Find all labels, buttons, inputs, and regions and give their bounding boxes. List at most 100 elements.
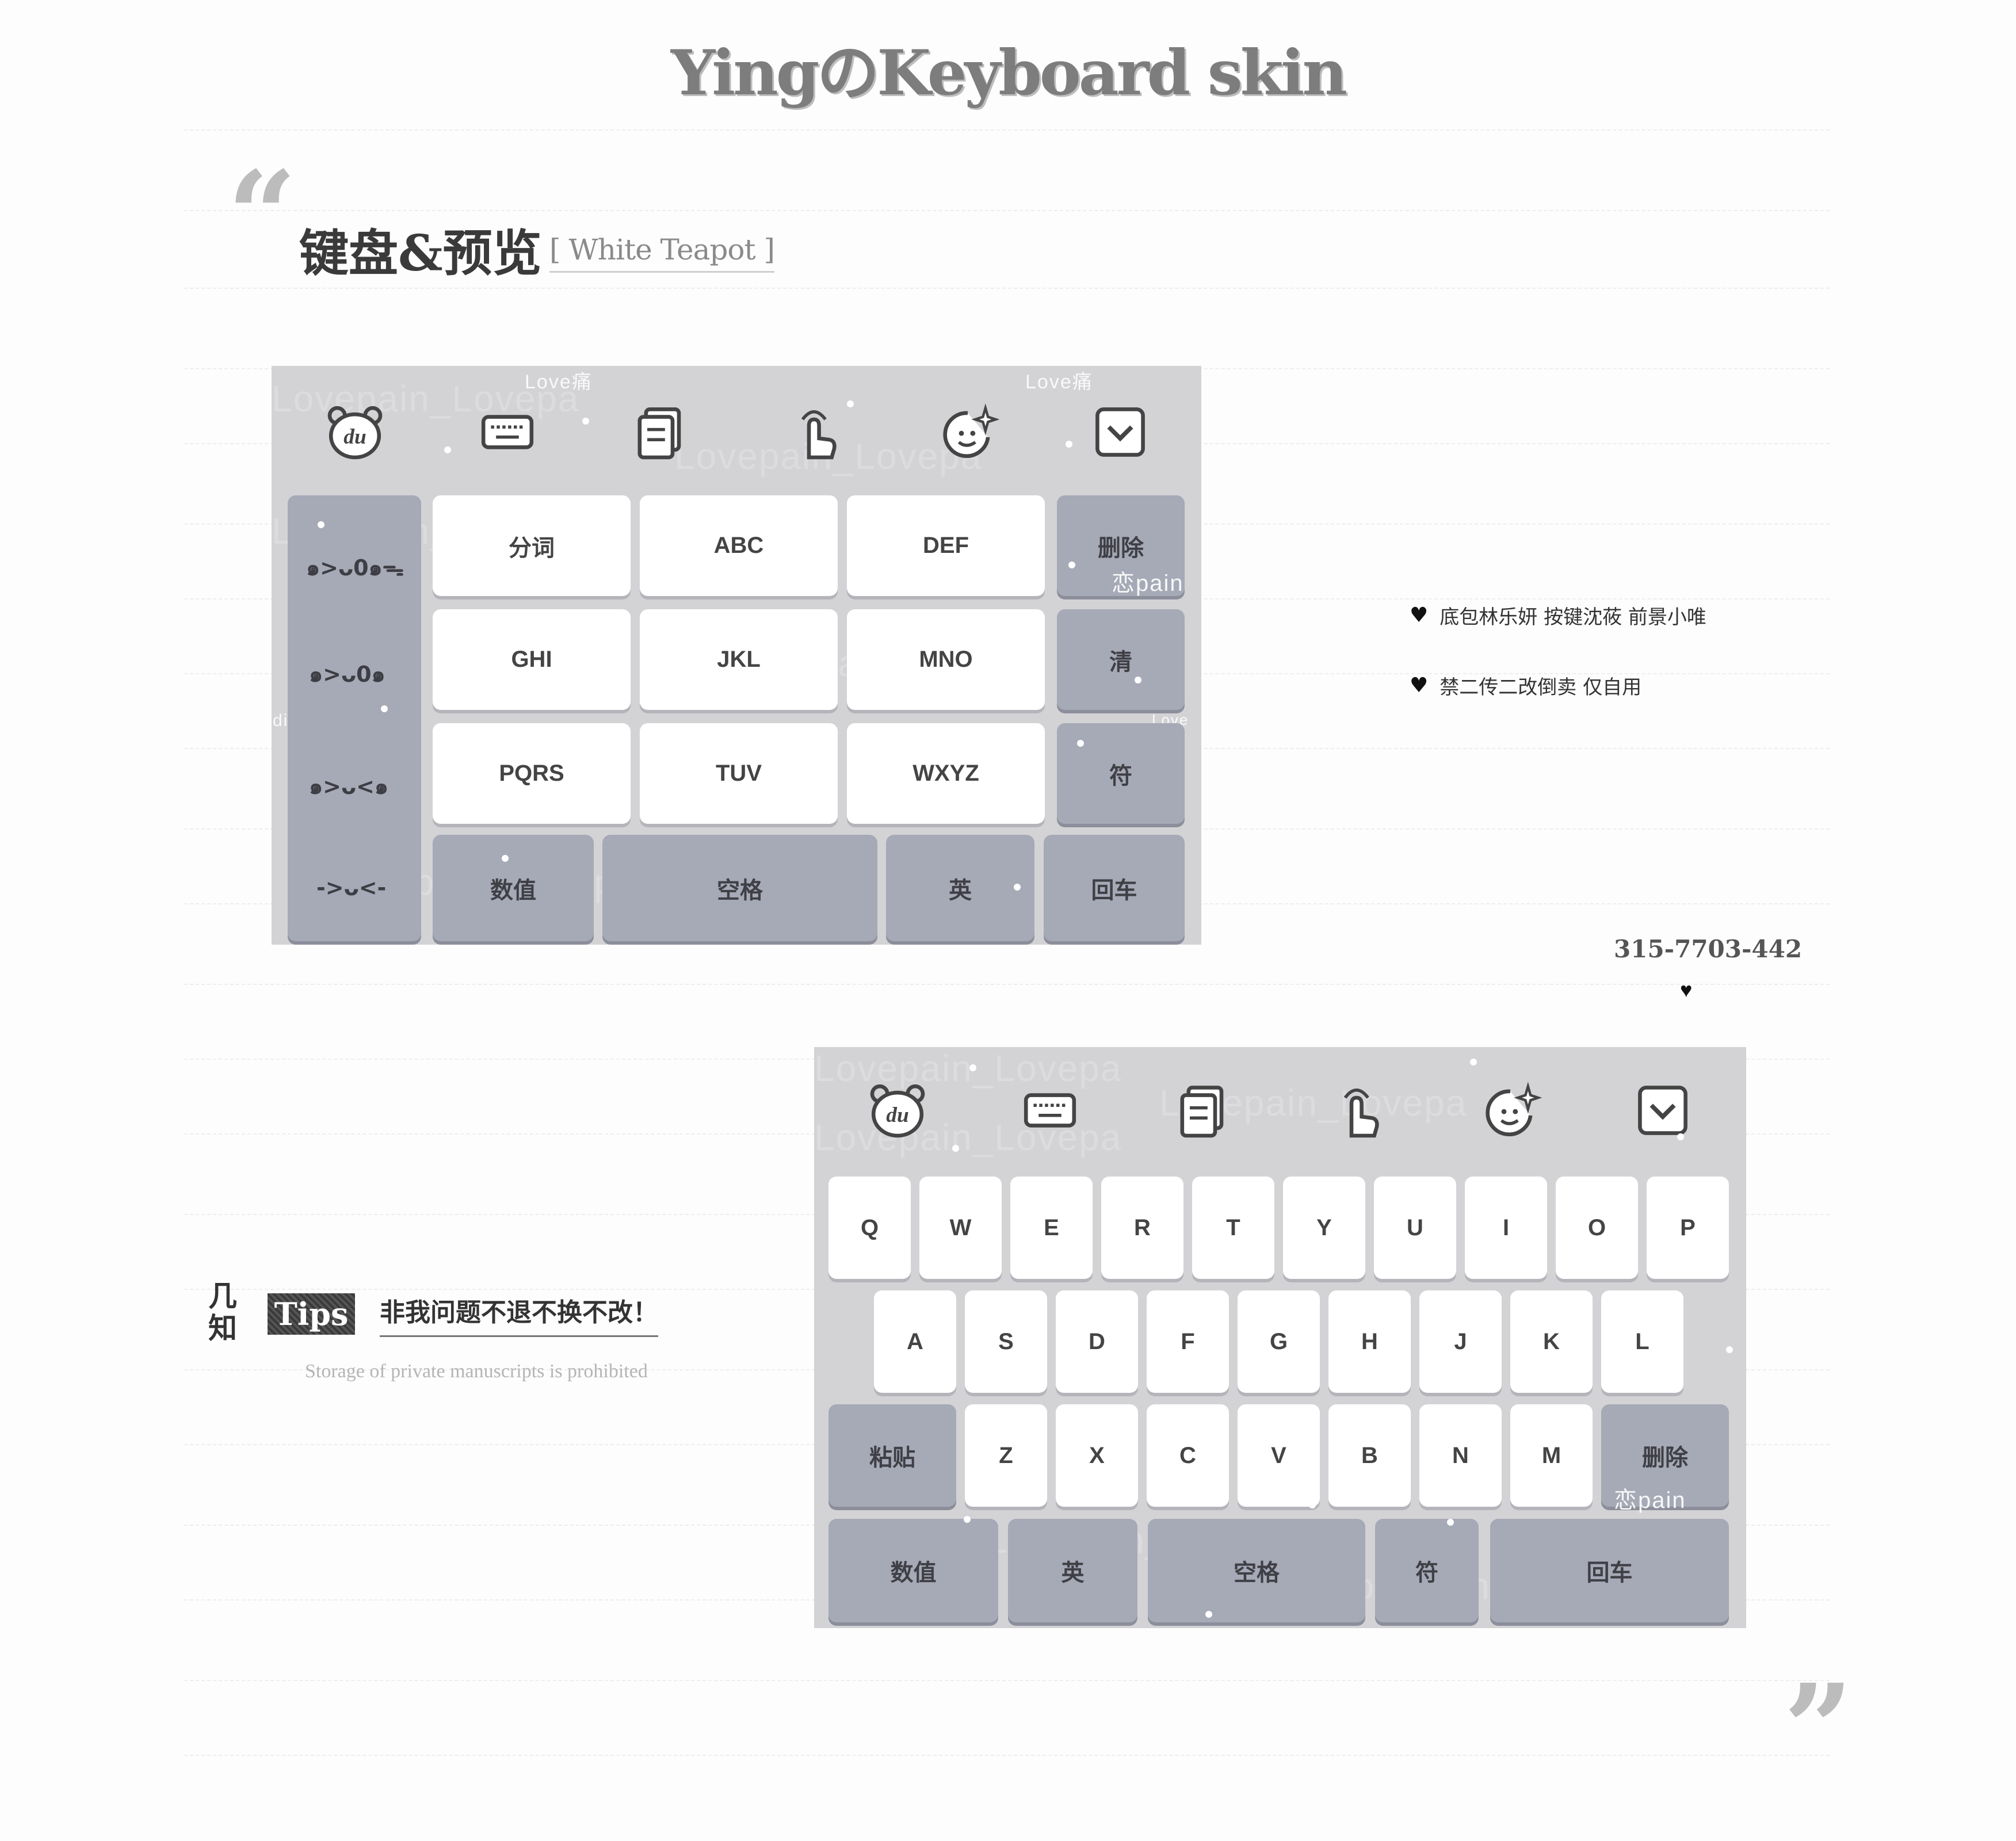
sparkle-dot xyxy=(1068,562,1075,568)
sparkle-dot xyxy=(1077,740,1084,747)
key-g[interactable]: G xyxy=(1238,1290,1320,1393)
key-u[interactable]: U xyxy=(1374,1177,1456,1279)
key-j[interactable]: J xyxy=(1419,1290,1502,1393)
key-f[interactable]: F xyxy=(1147,1290,1229,1393)
keyboard-26key-preview: Lovepain_Lovepa Lovepain_Lovepa Lovepain… xyxy=(814,1047,1746,1628)
key-jkl[interactable]: JKL xyxy=(640,609,838,710)
key-b[interactable]: B xyxy=(1328,1404,1411,1507)
numeric-button[interactable]: 数值 xyxy=(433,835,594,941)
gesture-icon[interactable] xyxy=(1326,1079,1389,1142)
sparkle-dot xyxy=(1470,1059,1477,1065)
emoji-sparkle-icon[interactable] xyxy=(936,400,999,464)
key-r[interactable]: R xyxy=(1101,1177,1183,1279)
symbol-label: 符 xyxy=(1109,763,1132,789)
sparkle-dot xyxy=(1447,1519,1454,1526)
key-m[interactable]: M xyxy=(1510,1404,1593,1507)
notice-line: ♥ 禁二传二改倒卖 仅自用 xyxy=(1410,671,1641,700)
du-bear-icon[interactable]: du xyxy=(866,1079,929,1142)
sparkle-dot xyxy=(381,705,388,712)
svg-text:du: du xyxy=(886,1103,909,1127)
key-c[interactable]: C xyxy=(1147,1404,1229,1507)
clipboard-icon[interactable] xyxy=(628,400,692,464)
english-label: 英 xyxy=(1061,1560,1085,1586)
sparkle-dot xyxy=(969,1064,976,1071)
enter-label: 回车 xyxy=(1091,877,1137,903)
key-o[interactable]: O xyxy=(1556,1177,1638,1279)
delete-button[interactable]: 删除 xyxy=(1057,495,1185,596)
space-label: 空格 xyxy=(717,877,763,903)
key-t[interactable]: T xyxy=(1192,1177,1274,1279)
keyboard-9key-preview: Love痛 Love痛 Lovepain_Lovepa Lovepain_Lov… xyxy=(272,366,1201,945)
sparkle-dot xyxy=(847,400,854,407)
english-button[interactable]: 英 xyxy=(1008,1519,1137,1622)
emoticon-item[interactable]: ๑>ᴗ0๑ xyxy=(309,656,385,692)
key-ghi[interactable]: GHI xyxy=(433,609,631,710)
key-tuv[interactable]: TUV xyxy=(640,723,838,824)
clear-button[interactable]: 清 xyxy=(1057,609,1185,710)
page-title: YingのKeyboard skin xyxy=(671,37,1347,109)
key-h[interactable]: H xyxy=(1328,1290,1411,1393)
enter-button[interactable]: 回车 xyxy=(1044,835,1185,941)
key-wxyz[interactable]: WXYZ xyxy=(847,723,1045,824)
key-q[interactable]: Q xyxy=(828,1177,911,1279)
keyboard-icon[interactable] xyxy=(476,400,539,464)
key-abc[interactable]: ABC xyxy=(640,495,838,596)
heart-icon: ♥ xyxy=(1410,604,1429,627)
delete-label: 删除 xyxy=(1098,535,1144,561)
key-k[interactable]: K xyxy=(1510,1290,1593,1393)
key-pqrs[interactable]: PQRS xyxy=(433,723,631,824)
english-button[interactable]: 英 xyxy=(886,835,1034,941)
clear-label: 清 xyxy=(1109,649,1132,675)
gesture-icon[interactable] xyxy=(784,400,847,464)
key-y[interactable]: Y xyxy=(1283,1177,1365,1279)
emoji-sparkle-icon[interactable] xyxy=(1479,1079,1542,1142)
space-button[interactable]: 空格 xyxy=(1148,1519,1365,1622)
key-z[interactable]: Z xyxy=(965,1404,1047,1507)
sparkle-dot xyxy=(444,446,451,453)
symbol-button[interactable]: 符 xyxy=(1375,1519,1479,1622)
sparkle-dot xyxy=(964,1516,971,1523)
key-w[interactable]: W xyxy=(919,1177,1002,1279)
clipboard-icon[interactable] xyxy=(1171,1079,1234,1142)
delete-button[interactable]: 删除 xyxy=(1601,1404,1729,1507)
key-v[interactable]: V xyxy=(1238,1404,1320,1507)
emoticon-item[interactable]: ๑>ᴗ0๑ᯓ xyxy=(306,550,404,585)
close-quote-mark: ” xyxy=(1784,1657,1853,1800)
collapse-icon[interactable] xyxy=(1631,1079,1694,1142)
collapse-icon[interactable] xyxy=(1089,400,1152,464)
key-x[interactable]: X xyxy=(1056,1404,1138,1507)
symbol-label: 符 xyxy=(1415,1560,1438,1586)
emoticon-item[interactable]: ๑>ᴗ<๑ xyxy=(309,769,388,804)
heart-icon: ♥ xyxy=(1680,979,1693,1002)
key-s[interactable]: S xyxy=(965,1290,1047,1393)
sparkle-dot xyxy=(582,418,589,425)
tips-text: 非我问题不退不换不改！ xyxy=(380,1292,658,1337)
paste-label: 粘贴 xyxy=(869,1445,915,1470)
sparkle-dot xyxy=(952,1145,959,1152)
du-bear-icon[interactable]: du xyxy=(323,400,387,464)
space-button[interactable]: 空格 xyxy=(602,835,877,941)
key-d[interactable]: D xyxy=(1056,1290,1138,1393)
key-def[interactable]: DEF xyxy=(847,495,1045,596)
contact-number: 315-7703-442 xyxy=(1614,935,1803,963)
key-p[interactable]: P xyxy=(1647,1177,1729,1279)
key-fenci[interactable]: 分词 xyxy=(433,495,631,596)
sparkle-dot xyxy=(1309,1502,1316,1508)
enter-button[interactable]: 回车 xyxy=(1490,1519,1729,1622)
numeric-label: 数值 xyxy=(490,877,536,903)
key-i[interactable]: I xyxy=(1465,1177,1547,1279)
notice-text: 禁二传二改倒卖 仅自用 xyxy=(1440,676,1642,699)
key-n[interactable]: N xyxy=(1419,1404,1502,1507)
key-a[interactable]: A xyxy=(874,1290,956,1393)
open-quote-mark: “ xyxy=(227,144,297,287)
numeric-button[interactable]: 数值 xyxy=(828,1519,998,1622)
key-e[interactable]: E xyxy=(1010,1177,1093,1279)
sparkle-dot xyxy=(502,855,509,862)
paste-button[interactable]: 粘贴 xyxy=(828,1404,956,1507)
key-mno[interactable]: MNO xyxy=(847,609,1045,710)
section-subheading: [ White Teapot ] xyxy=(549,233,775,273)
symbol-button[interactable]: 符 xyxy=(1057,723,1185,824)
keyboard-icon[interactable] xyxy=(1018,1079,1082,1142)
key-l[interactable]: L xyxy=(1601,1290,1683,1393)
emoticon-item[interactable]: ->ᴗ<- xyxy=(316,875,386,900)
